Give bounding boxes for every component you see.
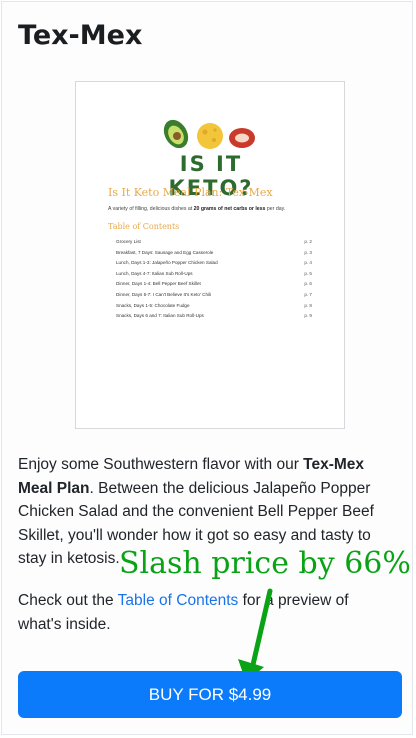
product-card: Tex-Mex IS IT KETO? Is It Keto Meal Plan… xyxy=(1,1,413,735)
is-it-keto-logo: IS IT KETO? xyxy=(146,114,276,200)
table-of-contents-link[interactable]: Table of Contents xyxy=(118,592,239,609)
price-annotation: Slash price by 66% xyxy=(119,546,411,581)
page-title: Tex-Mex xyxy=(18,20,143,51)
buy-button[interactable]: BUY FOR $4.99 xyxy=(18,671,402,718)
document-intro: A variety of filling, delicious dishes a… xyxy=(108,206,286,212)
toc-item: Lunch, Days 1-3: Jalapeño Popper Chicken… xyxy=(116,260,312,266)
arrow-down-icon xyxy=(238,588,273,682)
toc-item: Dinner, Days 1-4: Bell Pepper Beef Skill… xyxy=(116,281,312,287)
toc-note: Check out the Table of Contents for a pr… xyxy=(18,592,349,633)
toc-item: Snacks, Days 1-5: Chocolate Fudge p. 8 xyxy=(116,302,312,308)
toc-item: Dinner, Days 5-7: I Can't Believe It's K… xyxy=(116,291,312,297)
food-icons xyxy=(163,119,255,149)
toc-item: Lunch, Days 4-7: Italian Sub Roll-Ups p. … xyxy=(116,270,312,276)
document-title: Is It Keto Meal Plan: Tex-Mex xyxy=(108,186,273,199)
toc-item: Breakfast, 7 Days: Sausage and Egg Casse… xyxy=(116,249,312,255)
meal-plan-preview[interactable]: IS IT KETO? Is It Keto Meal Plan: Tex-Me… xyxy=(75,81,345,429)
toc-list: Grocery List p. 2 Breakfast, 7 Days: Saus… xyxy=(116,239,312,324)
toc-item: Grocery List p. 2 xyxy=(116,239,312,244)
toc-heading: Table of Contents xyxy=(108,222,180,231)
toc-item: Snacks, Days 6 and 7: Italian Sub Roll-U… xyxy=(116,313,312,319)
